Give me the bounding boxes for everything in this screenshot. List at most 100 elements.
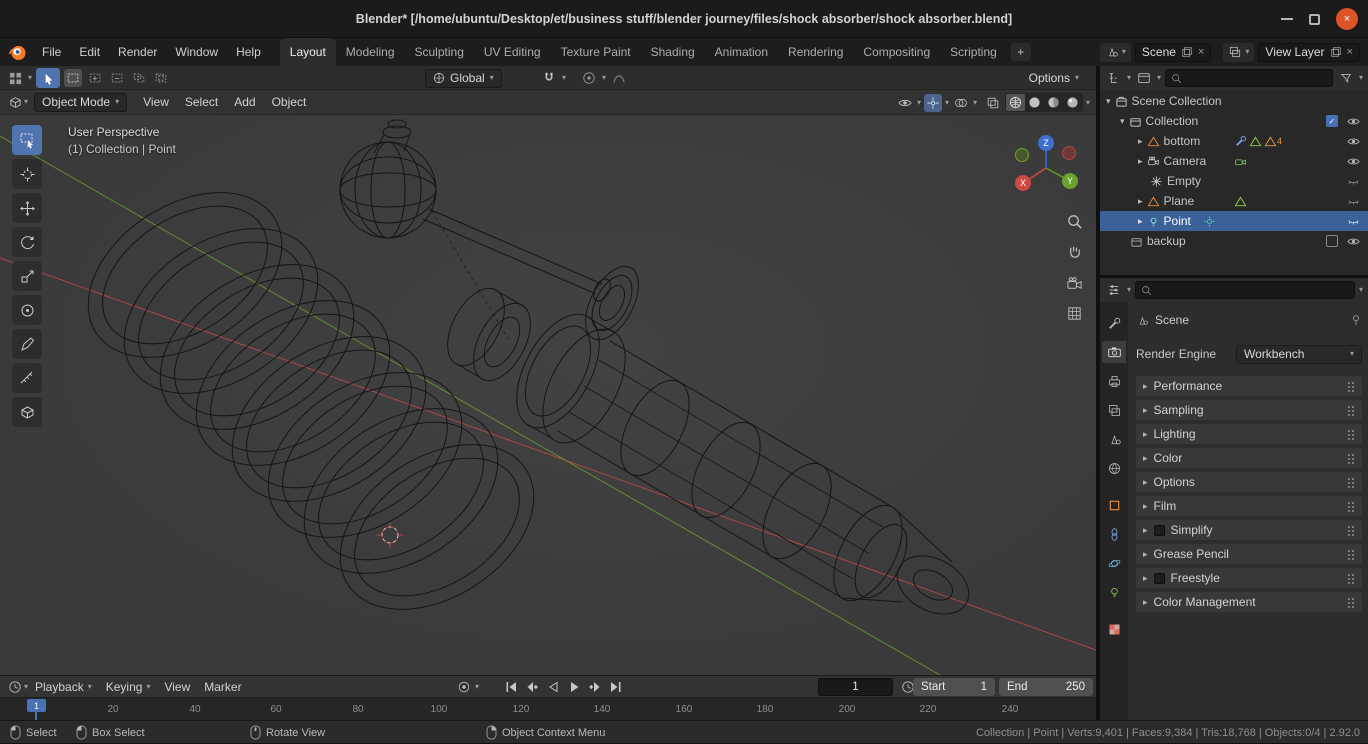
mode-dropdown[interactable]: Object Mode ▾ <box>34 92 128 112</box>
view-layer-browse-button[interactable]: ▾ <box>1223 42 1255 62</box>
expand-icon[interactable]: ▾ <box>1120 116 1125 126</box>
tab-scripting[interactable]: Scripting <box>940 38 1007 66</box>
frame-start-field[interactable]: Start 1 <box>913 678 995 696</box>
tab-scene-icon[interactable] <box>1102 428 1126 450</box>
tab-tool-icon[interactable] <box>1102 312 1126 334</box>
tab-animation[interactable]: Animation <box>705 38 778 66</box>
expand-icon[interactable]: ▾ <box>1106 96 1111 106</box>
tab-sculpting[interactable]: Sculpting <box>405 38 474 66</box>
select-mode-subtract-icon[interactable] <box>108 69 126 87</box>
outliner-row-collection[interactable]: ▾ Collection ✓ <box>1100 111 1368 131</box>
tool-move-button[interactable] <box>12 193 42 223</box>
add-workspace-button[interactable]: + <box>1010 43 1031 61</box>
collection-checkbox[interactable]: ✓ <box>1326 115 1338 127</box>
render-engine-dropdown[interactable]: Workbench ▾ <box>1236 344 1362 364</box>
remove-view-layer-icon[interactable]: × <box>1347 46 1353 58</box>
freestyle-checkbox[interactable] <box>1153 572 1165 584</box>
play-reverse-icon[interactable] <box>544 678 562 696</box>
tab-object-data-icon[interactable] <box>1102 581 1126 603</box>
outliner-search-input[interactable] <box>1165 69 1333 87</box>
tab-texture-icon[interactable] <box>1102 618 1126 640</box>
camera-view-icon[interactable] <box>1064 273 1084 293</box>
expand-icon[interactable]: ▸ <box>1138 216 1143 226</box>
tab-physics-icon[interactable] <box>1102 552 1126 574</box>
mesh-data-icon[interactable] <box>1249 135 1262 148</box>
shading-wireframe-icon[interactable] <box>1005 94 1025 111</box>
panel-grip[interactable] <box>1347 500 1355 512</box>
shading-rendered-icon[interactable] <box>1063 94 1082 111</box>
collection-checkbox[interactable] <box>1326 235 1338 247</box>
tab-texture-paint[interactable]: Texture Paint <box>551 38 641 66</box>
show-overlays-icon[interactable] <box>952 94 970 112</box>
tab-object-icon[interactable] <box>1102 494 1126 516</box>
tab-uv-editing[interactable]: UV Editing <box>474 38 551 66</box>
tool-rotate-button[interactable] <box>12 227 42 257</box>
pin-icon[interactable] <box>1350 314 1362 326</box>
tab-compositing[interactable]: Compositing <box>853 38 940 66</box>
menu-render[interactable]: Render <box>109 38 166 66</box>
expand-icon[interactable]: ▸ <box>1138 156 1143 166</box>
menu-edit[interactable]: Edit <box>70 38 109 66</box>
select-mode-intersect-icon[interactable] <box>152 69 170 87</box>
panel-grip[interactable] <box>1347 452 1355 464</box>
panel-grip[interactable] <box>1347 572 1355 584</box>
transform-orientation-dropdown[interactable]: Global ▾ <box>425 68 502 88</box>
panel-grip[interactable] <box>1347 596 1355 608</box>
unlink-scene-icon[interactable]: × <box>1198 46 1204 58</box>
tab-shading[interactable]: Shading <box>641 38 705 66</box>
tab-world-icon[interactable] <box>1102 457 1126 479</box>
expand-icon[interactable]: ▸ <box>1138 136 1143 146</box>
tool-scale-button[interactable] <box>12 261 42 291</box>
new-view-layer-icon[interactable] <box>1330 46 1342 58</box>
tool-transform-button[interactable] <box>12 295 42 325</box>
viewport-menu-view[interactable]: View <box>135 95 177 109</box>
timeline-menu-keying[interactable]: Keying ▾ <box>99 680 158 694</box>
previous-keyframe-icon[interactable] <box>523 678 541 696</box>
select-mode-set-icon[interactable] <box>64 69 83 87</box>
simplify-checkbox[interactable] <box>1153 524 1165 536</box>
scene-name-field[interactable]: Scene × <box>1134 42 1212 62</box>
tool-annotate-button[interactable] <box>12 329 42 359</box>
pan-hand-icon[interactable] <box>1064 241 1084 261</box>
material-count-icon[interactable] <box>1264 135 1277 148</box>
tool-add-cube-button[interactable] <box>12 397 42 427</box>
eye-closed-icon[interactable] <box>1344 195 1362 208</box>
tab-modeling[interactable]: Modeling <box>336 38 405 66</box>
tool-select-box-button[interactable] <box>12 125 42 155</box>
outliner-row-point[interactable]: ▸ Point <box>1100 211 1368 231</box>
next-keyframe-icon[interactable] <box>586 678 604 696</box>
eye-closed-icon[interactable] <box>1344 175 1362 188</box>
outliner-row-scene-collection[interactable]: ▾ Scene Collection <box>1100 91 1368 111</box>
outliner-row-backup[interactable]: backup <box>1100 231 1368 251</box>
menu-file[interactable]: File <box>33 38 70 66</box>
minimize-icon[interactable] <box>1281 18 1293 20</box>
maximize-icon[interactable] <box>1309 13 1320 25</box>
panel-performance[interactable]: ▸ Performance <box>1136 376 1362 396</box>
viewport-menu-object[interactable]: Object <box>264 95 315 109</box>
panel-grip[interactable] <box>1347 380 1355 392</box>
outliner-row-camera[interactable]: ▸ Camera <box>1100 151 1368 171</box>
timeline-menu-view[interactable]: View <box>157 680 197 694</box>
scene-browse-button[interactable]: ▾ <box>1099 42 1131 62</box>
tab-render-icon[interactable] <box>1102 341 1126 363</box>
panel-grip[interactable] <box>1347 524 1355 536</box>
eye-closed-icon[interactable] <box>1344 215 1362 228</box>
shading-material-icon[interactable] <box>1044 94 1063 111</box>
hide-viewport-icon[interactable] <box>1344 135 1362 148</box>
hide-viewport-icon[interactable] <box>1344 235 1362 248</box>
outliner-row-empty[interactable]: Empty <box>1100 171 1368 191</box>
filter-icon[interactable] <box>1337 69 1355 87</box>
panel-grip[interactable] <box>1347 476 1355 488</box>
panel-freestyle[interactable]: ▸ Freestyle <box>1136 568 1362 588</box>
current-frame-field[interactable]: 1 <box>818 678 893 696</box>
toggle-ortho-icon[interactable] <box>1064 303 1084 323</box>
panel-grip[interactable] <box>1347 548 1355 560</box>
active-tool-select-box[interactable] <box>36 68 61 88</box>
timeline-ruler[interactable]: 20 40 60 80 100 120 140 160 180 200 220 … <box>0 697 1096 721</box>
toggle-xray-icon[interactable] <box>984 94 1002 112</box>
mesh-data-icon[interactable] <box>1234 195 1247 208</box>
tab-view-layer-icon[interactable] <box>1102 399 1126 421</box>
hide-viewport-icon[interactable] <box>1344 155 1362 168</box>
tab-output-icon[interactable] <box>1102 370 1126 392</box>
options-dropdown[interactable]: Options ▾ <box>1022 69 1086 88</box>
